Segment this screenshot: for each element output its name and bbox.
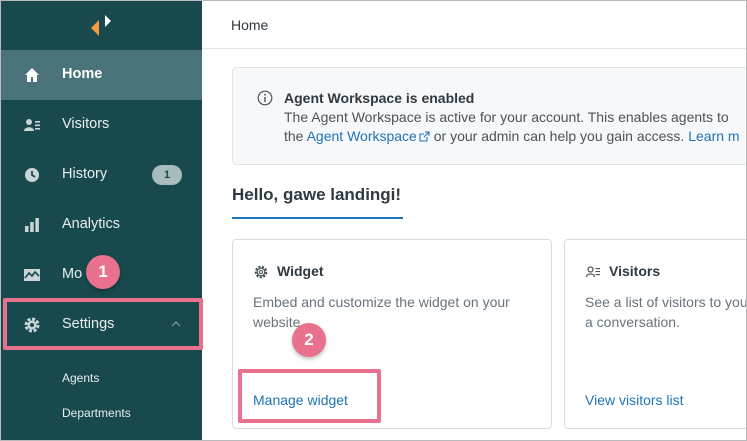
greeting-heading: Hello, gawe landingi!	[232, 185, 404, 219]
settings-highlight-box	[3, 298, 203, 350]
info-banner: Agent Workspace is enabled The Agent Wor…	[232, 67, 746, 165]
agent-workspace-link[interactable]: Agent Workspace	[307, 128, 417, 144]
sidebar-item-label: Home	[62, 66, 103, 82]
view-visitors-list-link[interactable]: View visitors list	[585, 392, 684, 408]
sidebar-item-label: History	[62, 166, 108, 182]
visitors-card: Visitors See a list of visitors to your …	[564, 239, 747, 429]
sidebar-item-label: Analytics	[62, 216, 121, 232]
info-icon	[257, 90, 273, 106]
clock-icon	[25, 168, 39, 182]
card-title: Visitors	[609, 263, 661, 279]
visitors-list-icon	[585, 266, 600, 278]
app-window: Home Visitors History 1 Analytics Mo Set…	[0, 0, 747, 441]
step-2-badge: 2	[292, 323, 326, 357]
sidebar-item-history[interactable]: History 1	[1, 150, 202, 200]
sidebar-item-label: Mo	[62, 266, 83, 282]
visitors-icon	[24, 119, 40, 131]
sidebar: Home Visitors History 1 Analytics Mo Set…	[1, 1, 202, 440]
learn-more-link[interactable]: Learn m	[688, 128, 739, 144]
monitor-icon	[24, 269, 40, 281]
card-description: Embed and customize the widget on your w…	[253, 294, 510, 330]
sidebar-item-analytics[interactable]: Analytics	[1, 200, 202, 250]
history-count-badge: 1	[152, 165, 182, 185]
card-description: See a list of visitors to your website a…	[585, 294, 747, 330]
card-title: Widget	[277, 263, 324, 279]
manage-widget-highlight-box	[238, 369, 381, 423]
sidebar-item-label: Visitors	[62, 116, 110, 132]
banner-title: Agent Workspace is enabled	[284, 90, 475, 106]
sidebar-item-visitors[interactable]: Visitors	[1, 100, 202, 150]
logo-icon	[91, 15, 111, 36]
sidebar-subitem-agents[interactable]: Agents	[62, 371, 99, 385]
home-icon	[25, 68, 39, 82]
step-1-badge: 1	[86, 255, 120, 289]
sidebar-item-home[interactable]: Home	[1, 50, 202, 100]
sidebar-subitem-departments[interactable]: Departments	[62, 406, 131, 420]
banner-text-line2: the Agent Workspace or your admin can he…	[284, 128, 740, 144]
page-title: Home	[231, 17, 269, 33]
header-bar: Home	[202, 1, 746, 49]
external-link-icon[interactable]	[419, 131, 430, 142]
banner-text: the	[284, 128, 307, 144]
banner-text: The Agent Workspace is active for your a…	[284, 109, 729, 125]
banner-text: or your admin can help you gain access.	[429, 128, 689, 144]
gear-icon	[254, 265, 268, 279]
bar-chart-icon	[25, 218, 39, 232]
